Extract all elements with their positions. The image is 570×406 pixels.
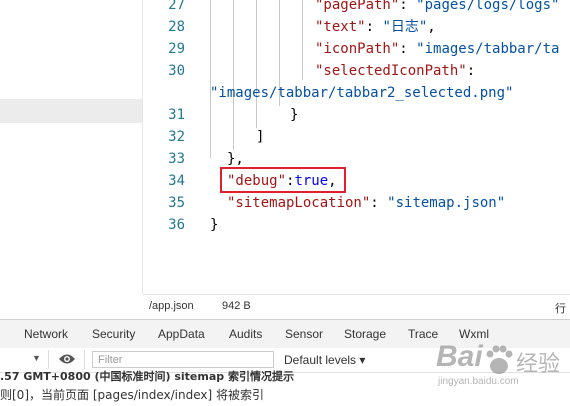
code-token: "pagePath" bbox=[315, 0, 400, 13]
line-number: 33 bbox=[168, 151, 185, 167]
line-number: 36 bbox=[168, 217, 185, 233]
watermark-url: jingyan.baidu.com bbox=[438, 376, 519, 387]
filter-input[interactable]: Filter bbox=[92, 351, 274, 368]
code-token: "images/tabbar/ta bbox=[416, 41, 560, 57]
line-number bbox=[143, 82, 185, 104]
code-token: "pages/logs/logs" bbox=[416, 0, 560, 13]
code-token: "images/tabbar/tabbar2_selected.png" bbox=[210, 85, 514, 101]
status-cursor-position: 行 bbox=[555, 303, 566, 315]
code-line: "sitemapLocation": "sitemap.json" bbox=[227, 192, 505, 214]
line-number: 32 bbox=[168, 129, 185, 145]
line-number: 27 bbox=[168, 0, 185, 13]
tab-storage[interactable]: Storage bbox=[344, 327, 386, 341]
toolbar-divider bbox=[48, 350, 49, 369]
code-token: : bbox=[399, 0, 417, 13]
code-token: } bbox=[290, 107, 299, 123]
tab-appdata[interactable]: AppData bbox=[158, 327, 205, 341]
code-line: } bbox=[290, 104, 298, 126]
code-token: ] bbox=[256, 129, 265, 145]
code-line: } bbox=[210, 214, 218, 236]
code-line: "pagePath": "pages/logs/logs" bbox=[315, 0, 559, 16]
line-number: 35 bbox=[168, 195, 185, 211]
code-token: } bbox=[210, 217, 219, 233]
file-tree-pane bbox=[0, 0, 143, 294]
code-token: : bbox=[370, 195, 388, 211]
indent-guide bbox=[233, 0, 234, 150]
code-token: "iconPath" bbox=[315, 41, 400, 57]
watermark-brand: Bai bbox=[436, 340, 483, 373]
line-number: 31 bbox=[168, 107, 185, 123]
code-line: "text": "日志", bbox=[315, 16, 436, 38]
eye-icon[interactable] bbox=[58, 352, 76, 369]
tab-network[interactable]: Network bbox=[24, 327, 68, 341]
tab-sensor[interactable]: Sensor bbox=[285, 327, 323, 341]
code-token: "日志" bbox=[382, 19, 428, 35]
indent-guide bbox=[210, 0, 211, 158]
tab-security[interactable]: Security bbox=[92, 327, 135, 341]
console-message-text: 则[0]，当前页面 [pages/index/index] 将被索引 bbox=[0, 388, 264, 402]
line-number: 34 bbox=[168, 173, 185, 189]
debug-highlight-box bbox=[220, 167, 346, 193]
console-message-title: .57 GMT+0800 (中国标准时间) sitemap 索引情况提示 bbox=[0, 370, 294, 383]
paw-icon bbox=[486, 345, 513, 374]
file-tree-selected-row[interactable] bbox=[0, 99, 142, 123]
code-editor[interactable]: 27 "pagePath": "pages/logs/logs" 28 "text":… bbox=[143, 0, 570, 294]
code-token: : bbox=[365, 19, 383, 35]
code-token: "sitemap.json" bbox=[387, 195, 506, 211]
code-token: : bbox=[466, 63, 476, 79]
watermark-brand-suffix: 经验 bbox=[516, 351, 561, 376]
indent-guide bbox=[302, 0, 303, 80]
log-levels-dropdown[interactable]: Default levels ▾ bbox=[284, 353, 365, 367]
toolbar-divider bbox=[84, 350, 85, 369]
line-number: 30 bbox=[168, 63, 185, 79]
indent-guide bbox=[256, 0, 257, 128]
code-line: ] bbox=[256, 126, 264, 148]
tab-audits[interactable]: Audits bbox=[229, 327, 262, 341]
code-token: "sitemapLocation" bbox=[227, 195, 371, 211]
code-token: , bbox=[427, 19, 436, 35]
code-line: "images/tabbar/tabbar2_selected.png" bbox=[210, 82, 513, 104]
context-dropdown-arrow[interactable]: ▼ bbox=[32, 353, 41, 363]
code-token: : bbox=[399, 41, 417, 57]
code-token: }, bbox=[227, 151, 244, 167]
code-token: "selectedIconPath" bbox=[315, 63, 467, 79]
code-line: "selectedIconPath": bbox=[315, 60, 475, 82]
code-line: "iconPath": "images/tabbar/ta bbox=[315, 38, 559, 60]
editor-status-bar: /app.json 942 B 行 bbox=[143, 294, 570, 319]
line-number: 29 bbox=[168, 41, 185, 57]
baidu-watermark: Bai 经验 jingyan.baidu.com bbox=[418, 338, 568, 398]
status-file-path: /app.json bbox=[149, 300, 194, 312]
code-token: "text" bbox=[315, 19, 366, 35]
line-number: 28 bbox=[168, 19, 185, 35]
status-file-size: 942 B bbox=[222, 300, 251, 312]
